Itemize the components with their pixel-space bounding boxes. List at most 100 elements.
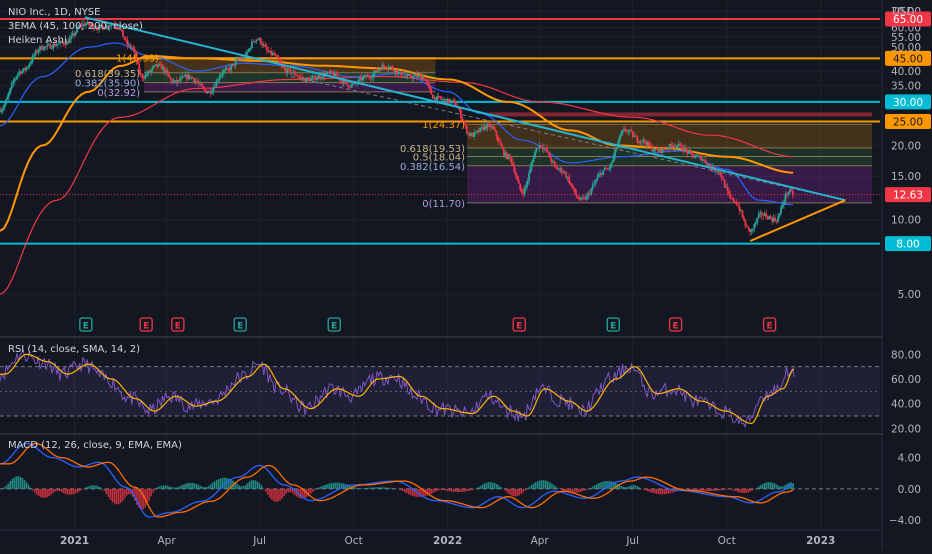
macd-histogram-bar	[251, 480, 253, 488]
macd-histogram-bar	[743, 489, 745, 493]
rsi-tick-label: 60.00	[891, 374, 921, 386]
candle-body	[214, 87, 216, 88]
candle-body	[656, 148, 658, 150]
macd-histogram-bar	[453, 489, 455, 492]
macd-histogram-bar	[488, 482, 490, 489]
candle-body	[427, 82, 429, 85]
candle-body	[383, 65, 385, 66]
candle-body	[479, 128, 481, 132]
symbol-title[interactable]: NIO Inc., 1D, NYSE	[8, 7, 100, 18]
candle-body	[346, 82, 348, 85]
macd-histogram-bar	[300, 489, 302, 499]
candle-body	[368, 76, 370, 78]
chart-stage[interactable]: 1(45.33)0.618(39.35)0.382(35.90)0(32.92)…	[0, 0, 932, 550]
candle-body	[788, 192, 790, 194]
candle-body	[573, 187, 575, 188]
earnings-marker-label: E	[83, 322, 89, 332]
macd-histogram-bar	[157, 487, 159, 489]
candle-body	[167, 70, 169, 73]
macd-histogram-bar	[449, 489, 451, 491]
rsi-indicator-label[interactable]: RSI (14, close, SMA, 14, 2)	[8, 344, 140, 355]
macd-histogram-bar	[723, 489, 725, 490]
candle-body	[321, 78, 323, 79]
macd-histogram-bar	[553, 485, 555, 489]
macd-histogram-bar	[706, 489, 708, 491]
candle-body	[596, 177, 598, 180]
candle-body	[549, 153, 551, 158]
candle-body	[8, 93, 10, 97]
candle-body	[279, 60, 281, 63]
candle-body	[494, 129, 496, 131]
candle-body	[651, 146, 653, 151]
macd-histogram-bar	[469, 489, 471, 491]
candle-body	[11, 83, 13, 88]
macd-histogram-bar	[657, 489, 659, 494]
candle-body	[737, 205, 739, 206]
macd-histogram-bar	[688, 489, 690, 490]
candle-body	[284, 67, 286, 69]
candle-body	[260, 38, 262, 43]
macd-histogram-bar	[766, 482, 768, 488]
macd-histogram-bar	[702, 489, 704, 491]
candle-body	[608, 169, 610, 170]
level-price-tag-text: 8.00	[896, 239, 919, 251]
candle-body	[9, 88, 11, 93]
price-tick-label: 5.00	[898, 289, 921, 301]
candle-body	[140, 73, 142, 75]
macd-histogram-bar	[75, 489, 77, 494]
macd-histogram-bar	[762, 484, 764, 489]
macd-histogram-bar	[747, 489, 749, 492]
macd-histogram-bar	[271, 489, 273, 500]
candle-body	[516, 176, 518, 180]
macd-histogram-bar	[120, 489, 122, 503]
earnings-marker-label: E	[143, 322, 149, 332]
macd-histogram-bar	[373, 487, 375, 489]
candle-body	[371, 78, 373, 79]
ema-indicator-label[interactable]: 3EMA (45, 100, 200, close)	[8, 21, 143, 32]
candle-body	[690, 151, 692, 152]
candle-body	[14, 79, 16, 81]
candle-body	[602, 170, 604, 174]
macd-histogram-bar	[81, 489, 83, 490]
macd-histogram-bar	[582, 489, 584, 491]
macd-histogram-bar	[85, 487, 87, 488]
price-axis[interactable]: 70.0065.0060.0055.0050.0045.0040.0035.00…	[883, 0, 932, 550]
macd-histogram-bar	[758, 487, 760, 489]
rsi-tick-label: 20.00	[891, 423, 921, 435]
candle-body	[500, 142, 502, 146]
candle-body	[691, 152, 693, 155]
macd-indicator-label[interactable]: MACD (12, 26, close, 9, EMA, EMA)	[8, 440, 182, 451]
candle-body	[347, 85, 349, 88]
macd-histogram-bar	[473, 489, 475, 490]
candle-body	[663, 148, 665, 149]
candle-body	[780, 207, 782, 213]
macd-histogram-bar	[535, 482, 537, 489]
chart-canvas[interactable]: 1(45.33)0.618(39.35)0.382(35.90)0(32.92)…	[0, 0, 932, 550]
candle-body	[610, 164, 612, 169]
macd-histogram-bar	[772, 483, 774, 489]
macd-histogram-bar	[269, 489, 271, 498]
candle-body	[337, 76, 339, 77]
candle-body	[499, 141, 501, 142]
candle-type-label[interactable]: Heiken Ashi	[8, 35, 67, 46]
macd-histogram-bar	[465, 489, 467, 492]
time-axis-label: Apr	[531, 535, 550, 547]
candle-body	[450, 101, 452, 103]
candle-body	[761, 212, 763, 215]
candle-body	[423, 77, 425, 80]
candle-body	[540, 145, 542, 147]
candle-body	[132, 48, 134, 50]
currency-label: USD	[892, 6, 914, 18]
macd-histogram-bar	[623, 487, 625, 489]
candle-body	[392, 67, 394, 70]
macd-histogram-bar	[516, 489, 518, 496]
macd-histogram-bar	[651, 489, 653, 493]
macd-histogram-bar	[625, 487, 627, 489]
candle-body	[170, 77, 172, 79]
macd-histogram-bar	[87, 486, 89, 488]
macd-histogram-bar	[14, 477, 16, 489]
candle-body	[150, 70, 152, 72]
candle-body	[679, 144, 681, 145]
macd-histogram-bar	[67, 489, 69, 495]
macd-histogram-bar	[520, 489, 522, 494]
